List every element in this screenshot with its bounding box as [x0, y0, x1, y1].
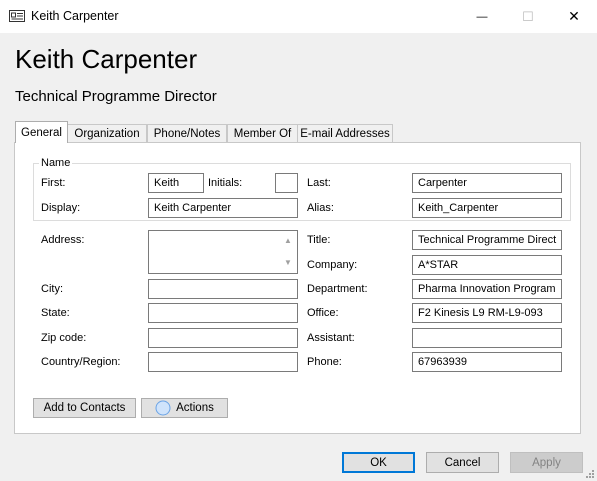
apply-button[interactable]: Apply — [510, 452, 583, 473]
tab-general[interactable]: General — [15, 121, 68, 143]
add-to-contacts-button[interactable]: Add to Contacts — [33, 398, 136, 418]
alias-label: Alias: — [307, 202, 334, 214]
title-field[interactable]: Technical Programme Direct — [412, 230, 562, 250]
display-label: Display: — [41, 202, 81, 214]
tab-phone-notes[interactable]: Phone/Notes — [147, 124, 227, 142]
zip-code-field[interactable] — [148, 328, 298, 348]
actions-circle-icon — [155, 400, 171, 416]
resize-grip-icon[interactable] — [585, 469, 595, 479]
window-title: Keith Carpenter — [31, 9, 119, 23]
state-label: State: — [41, 307, 70, 319]
contact-card-icon — [9, 10, 25, 22]
last-label: Last: — [307, 177, 331, 189]
scroll-down-arrow-icon[interactable]: ▼ — [284, 258, 292, 268]
minimize-button[interactable]: — — [459, 0, 505, 33]
minimize-icon: — — [476, 10, 488, 23]
contact-name-heading: Keith Carpenter — [15, 44, 198, 74]
state-field[interactable] — [148, 303, 298, 323]
city-label: City: — [41, 283, 63, 295]
alias-field[interactable]: Keith_Carpenter — [412, 198, 562, 218]
company-label: Company: — [307, 259, 358, 271]
phone-field[interactable]: 67963939 — [412, 352, 562, 372]
zip-code-label: Zip code: — [41, 332, 87, 344]
assistant-label: Assistant: — [307, 332, 355, 344]
maximize-icon: ☐ — [522, 8, 534, 24]
assistant-field[interactable] — [412, 328, 562, 348]
cancel-button[interactable]: Cancel — [426, 452, 499, 473]
address-label: Address: — [41, 234, 85, 246]
phone-label: Phone: — [307, 356, 342, 368]
tab-member-of[interactable]: Member Of — [227, 124, 298, 142]
title-bar[interactable]: Keith Carpenter — ☐ ✕ — [0, 0, 597, 33]
actions-button[interactable]: Actions — [141, 398, 228, 418]
address-textarea[interactable] — [148, 230, 298, 274]
tab-email-addresses[interactable]: E-mail Addresses — [297, 124, 393, 142]
ok-button[interactable]: OK — [342, 452, 415, 473]
last-name-field[interactable]: Carpenter — [412, 173, 562, 193]
name-group-label: Name — [39, 157, 73, 169]
department-field[interactable]: Pharma Innovation Program — [412, 279, 562, 299]
initials-label: Initials: — [208, 177, 243, 189]
city-field[interactable] — [148, 279, 298, 299]
title-label: Title: — [307, 234, 331, 246]
office-field[interactable]: F2 Kinesis L9 RM-L9-093 — [412, 303, 562, 323]
office-label: Office: — [307, 307, 339, 319]
close-button[interactable]: ✕ — [551, 0, 597, 33]
close-icon: ✕ — [568, 8, 580, 24]
first-name-field[interactable]: Keith — [148, 173, 204, 193]
country-region-field[interactable] — [148, 352, 298, 372]
contact-job-title: Technical Programme Director — [15, 88, 217, 105]
first-label: First: — [41, 177, 66, 189]
maximize-button[interactable]: ☐ — [505, 0, 551, 33]
company-field[interactable]: A*STAR — [412, 255, 562, 275]
department-label: Department: — [307, 283, 368, 295]
country-region-label: Country/Region: — [41, 356, 121, 368]
tab-organization[interactable]: Organization — [67, 124, 147, 142]
initials-field[interactable] — [275, 173, 298, 193]
display-name-field[interactable]: Keith Carpenter — [148, 198, 298, 218]
scroll-up-arrow-icon[interactable]: ▲ — [284, 236, 292, 246]
